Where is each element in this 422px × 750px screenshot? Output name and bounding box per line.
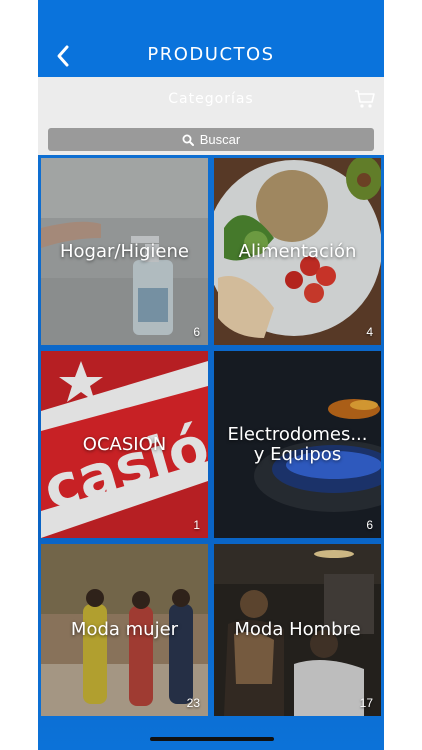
category-tile-hogar-higiene[interactable]: Hogar/Higiene 6 xyxy=(41,158,208,345)
category-count: 23 xyxy=(186,696,200,710)
category-tile-moda-mujer[interactable]: Moda mujer 23 xyxy=(41,544,208,716)
cart-icon xyxy=(355,90,375,108)
search-icon xyxy=(182,134,194,146)
category-label: Moda Hombre xyxy=(234,619,361,640)
category-tile-electrodomesticos[interactable]: Electrodomes... y Equipos 6 xyxy=(214,351,381,538)
category-count: 6 xyxy=(366,518,373,532)
category-count: 17 xyxy=(359,696,373,710)
category-label: Moda mujer xyxy=(70,619,179,640)
section-title: Categorías xyxy=(168,91,254,107)
home-indicator xyxy=(150,737,274,741)
category-count: 1 xyxy=(193,518,200,532)
category-tile-ocasion[interactable]: casió OCASION 1 xyxy=(41,351,208,538)
categories-bar: Categorías Buscar xyxy=(38,77,384,155)
category-tile-alimentacion[interactable]: Alimentación 4 xyxy=(214,158,381,345)
search-bar[interactable]: Buscar xyxy=(48,128,374,151)
category-tile-moda-hombre[interactable]: Moda Hombre 17 xyxy=(214,544,381,716)
category-count: 4 xyxy=(366,325,373,339)
cart-button[interactable] xyxy=(354,89,376,109)
category-label: OCASION xyxy=(82,433,167,455)
category-count: 6 xyxy=(193,325,200,339)
category-label: Electrodomes... y Equipos xyxy=(227,423,368,465)
page-title: PRODUCTOS xyxy=(147,44,275,65)
category-label: Alimentación xyxy=(238,240,357,262)
category-label: Hogar/Higiene xyxy=(60,240,189,262)
app-header: PRODUCTOS xyxy=(38,0,384,77)
category-grid: Hogar/Higiene 6 Alimentación 4 OCASION 1… xyxy=(38,155,384,750)
search-label: Buscar xyxy=(199,132,241,147)
app-screen: PRODUCTOS Categorías Buscar Hogar/Higien… xyxy=(38,0,384,750)
